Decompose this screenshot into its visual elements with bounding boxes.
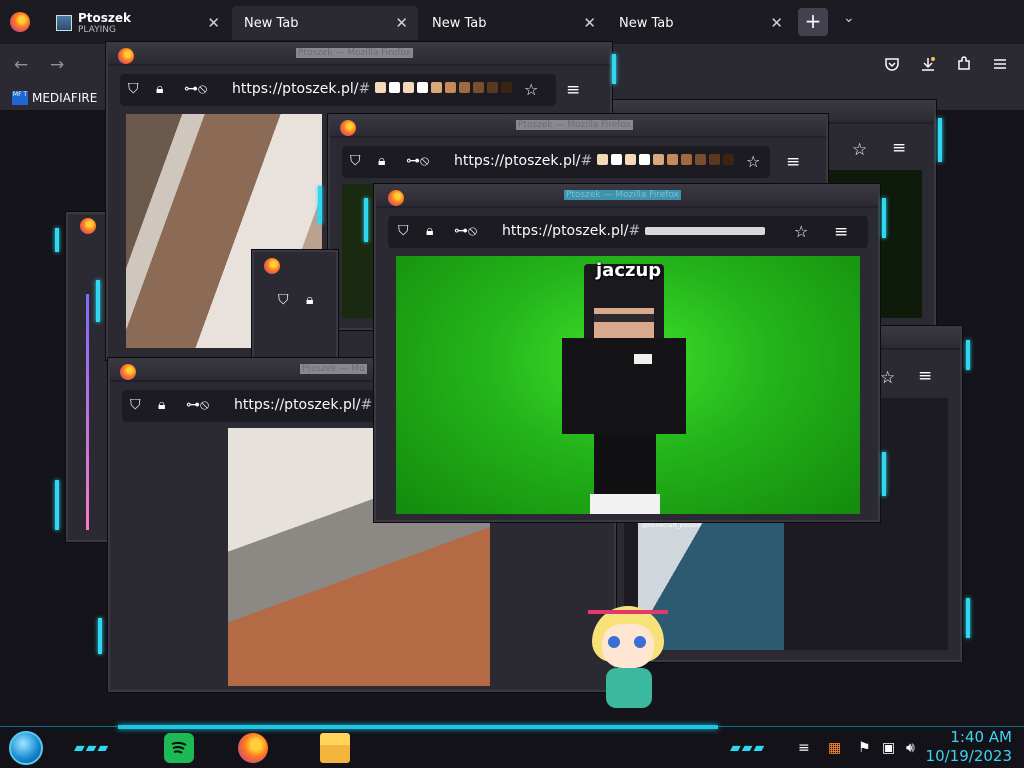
- video-caption: jaczup: [596, 260, 662, 281]
- network-icon[interactable]: ▣: [882, 740, 895, 756]
- popup-window-3[interactable]: Ptoszek — Mozilla Firefox ⛉ 🔒︎ ⊶⦸ https:…: [374, 184, 880, 522]
- mediafire-icon: MF T: [12, 91, 28, 105]
- url-bar[interactable]: ⛉ 🔒︎ ⊶⦸ https://ptoszek.pl/# ☆: [120, 74, 556, 106]
- forward-button[interactable]: →: [50, 55, 64, 75]
- decor-chevrons: ▰▰▰: [74, 740, 110, 756]
- popup-window-small[interactable]: ⛉ 🔒︎: [252, 250, 338, 360]
- star-butterfly-sticker: [582, 600, 676, 720]
- menu-icon[interactable]: ≡: [918, 366, 932, 386]
- url-bar[interactable]: ⛉ 🔒︎ ⊶⦸ https://ptoszek.pl/#: [122, 390, 388, 422]
- firefox-icon: [340, 120, 356, 136]
- star-icon[interactable]: ☆: [880, 368, 895, 388]
- url-hash: #: [360, 397, 373, 413]
- url-text: https://ptoszek.pl/: [502, 223, 629, 239]
- window-title: Ptoszek — Mo: [300, 364, 367, 374]
- menu-icon[interactable]: [992, 56, 1008, 76]
- star-icon[interactable]: ☆: [746, 152, 760, 171]
- watermark-label: @minecraft_poland: [642, 522, 701, 529]
- url-text: https://ptoszek.pl/: [234, 397, 361, 413]
- url-hash: #: [628, 223, 641, 239]
- start-button[interactable]: [9, 731, 43, 765]
- permissions-icon[interactable]: ⊶⦸: [454, 223, 477, 239]
- volume-icon[interactable]: 🔊︎: [906, 740, 915, 756]
- star-icon[interactable]: ☆: [794, 222, 808, 241]
- url-bar[interactable]: ⛉ 🔒︎ ⊶⦸ https://ptoszek.pl/# ☆: [342, 146, 770, 178]
- emoji-strip: [374, 81, 515, 97]
- spotify-icon[interactable]: [164, 733, 194, 763]
- close-icon[interactable]: ✕: [583, 14, 596, 32]
- notification-icon[interactable]: ≡: [798, 740, 810, 756]
- url-text: https://ptoszek.pl/: [454, 153, 581, 169]
- tab-title: New Tab: [432, 15, 487, 31]
- firefox-icon: [120, 364, 136, 380]
- emoji-strip: [596, 153, 737, 169]
- character-body: [562, 338, 686, 434]
- close-icon[interactable]: ✕: [207, 14, 220, 32]
- emoji-strip: [644, 223, 768, 239]
- app-tray-icon[interactable]: ▦: [828, 740, 841, 756]
- downloads-icon[interactable]: [920, 56, 936, 76]
- url-hash: #: [580, 153, 593, 169]
- clock-date: 10/19/2023: [925, 747, 1012, 765]
- site-favicon-icon: [56, 15, 72, 31]
- tab-ptoszek[interactable]: Ptoszek PLAYING ✕: [44, 6, 230, 40]
- shield-icon[interactable]: ⛉: [398, 223, 409, 239]
- tab-title: Ptoszek: [78, 10, 132, 25]
- firefox-icon: [118, 48, 134, 64]
- close-icon[interactable]: ✕: [395, 14, 408, 32]
- tab-new-tab[interactable]: New Tab ✕: [232, 6, 418, 40]
- url-hash: #: [358, 81, 371, 97]
- bookmark-mediafire[interactable]: MEDIAFIRE: [32, 91, 97, 105]
- window-title: Ptoszek — Mozilla Firefox: [296, 48, 414, 58]
- lock-icon[interactable]: 🔒︎: [158, 397, 165, 413]
- tab-new-tab[interactable]: New Tab ✕: [420, 6, 606, 40]
- firefox-icon: [10, 12, 30, 32]
- permissions-icon[interactable]: ⊶⦸: [184, 81, 207, 97]
- flag-icon[interactable]: ⚑: [858, 740, 871, 756]
- greenscreen-video: jaczup: [396, 256, 860, 514]
- firefox-icon: [388, 190, 404, 206]
- back-button[interactable]: ←: [14, 55, 28, 75]
- menu-icon[interactable]: ≡: [892, 138, 906, 158]
- menu-icon[interactable]: ≡: [566, 80, 580, 100]
- menu-icon[interactable]: ≡: [834, 222, 848, 242]
- firefox-icon: [264, 258, 280, 274]
- shield-icon[interactable]: ⛉: [278, 292, 289, 308]
- close-icon[interactable]: ✕: [770, 14, 783, 32]
- pocket-icon[interactable]: [884, 56, 900, 76]
- new-tab-button[interactable]: +: [798, 8, 828, 36]
- shield-icon[interactable]: ⛉: [350, 153, 361, 169]
- permissions-icon[interactable]: ⊶⦸: [186, 397, 209, 413]
- firefox-icon: [80, 218, 96, 234]
- firefox-icon[interactable]: [238, 733, 268, 763]
- tab-strip: Ptoszek PLAYING ✕ New Tab ✕ New Tab ✕ Ne…: [0, 0, 1024, 44]
- shield-icon[interactable]: ⛉: [130, 397, 141, 413]
- decor-chevrons: ▰▰▰: [730, 740, 766, 756]
- star-icon[interactable]: ☆: [524, 80, 538, 99]
- lock-icon[interactable]: 🔒︎: [306, 292, 313, 308]
- clock[interactable]: 1:40 AM 10/19/2023: [926, 728, 1012, 766]
- clock-time: 1:40 AM: [950, 728, 1012, 746]
- menu-icon[interactable]: ≡: [786, 152, 800, 172]
- tab-new-tab[interactable]: New Tab ✕: [607, 6, 793, 40]
- window-title: Ptoszek — Mozilla Firefox: [516, 120, 634, 130]
- file-explorer-icon[interactable]: [320, 733, 350, 763]
- lock-icon[interactable]: 🔒︎: [426, 223, 433, 239]
- tab-title: New Tab: [619, 15, 674, 31]
- lock-icon[interactable]: 🔒︎: [378, 153, 385, 169]
- url-bar[interactable]: ⛉ 🔒︎ ⊶⦸ https://ptoszek.pl/# ☆: [388, 216, 868, 248]
- tab-title: New Tab: [244, 15, 299, 31]
- permissions-icon[interactable]: ⊶⦸: [406, 153, 429, 169]
- lock-icon[interactable]: 🔒︎: [156, 81, 163, 97]
- url-text: https://ptoszek.pl/: [232, 81, 359, 97]
- window-title: Ptoszek — Mozilla Firefox: [564, 190, 682, 200]
- list-all-tabs-button[interactable]: ⌄: [843, 10, 855, 26]
- shield-icon[interactable]: ⛉: [128, 81, 139, 97]
- taskbar: ▰▰▰ ▰▰▰ ≡ ▦ ⚑ ▣ 🔊︎ 1:40 AM 10/19/2023: [0, 725, 1024, 768]
- tab-playing-label: PLAYING: [78, 24, 116, 35]
- star-icon[interactable]: ☆: [852, 140, 867, 160]
- extensions-icon[interactable]: [956, 56, 972, 76]
